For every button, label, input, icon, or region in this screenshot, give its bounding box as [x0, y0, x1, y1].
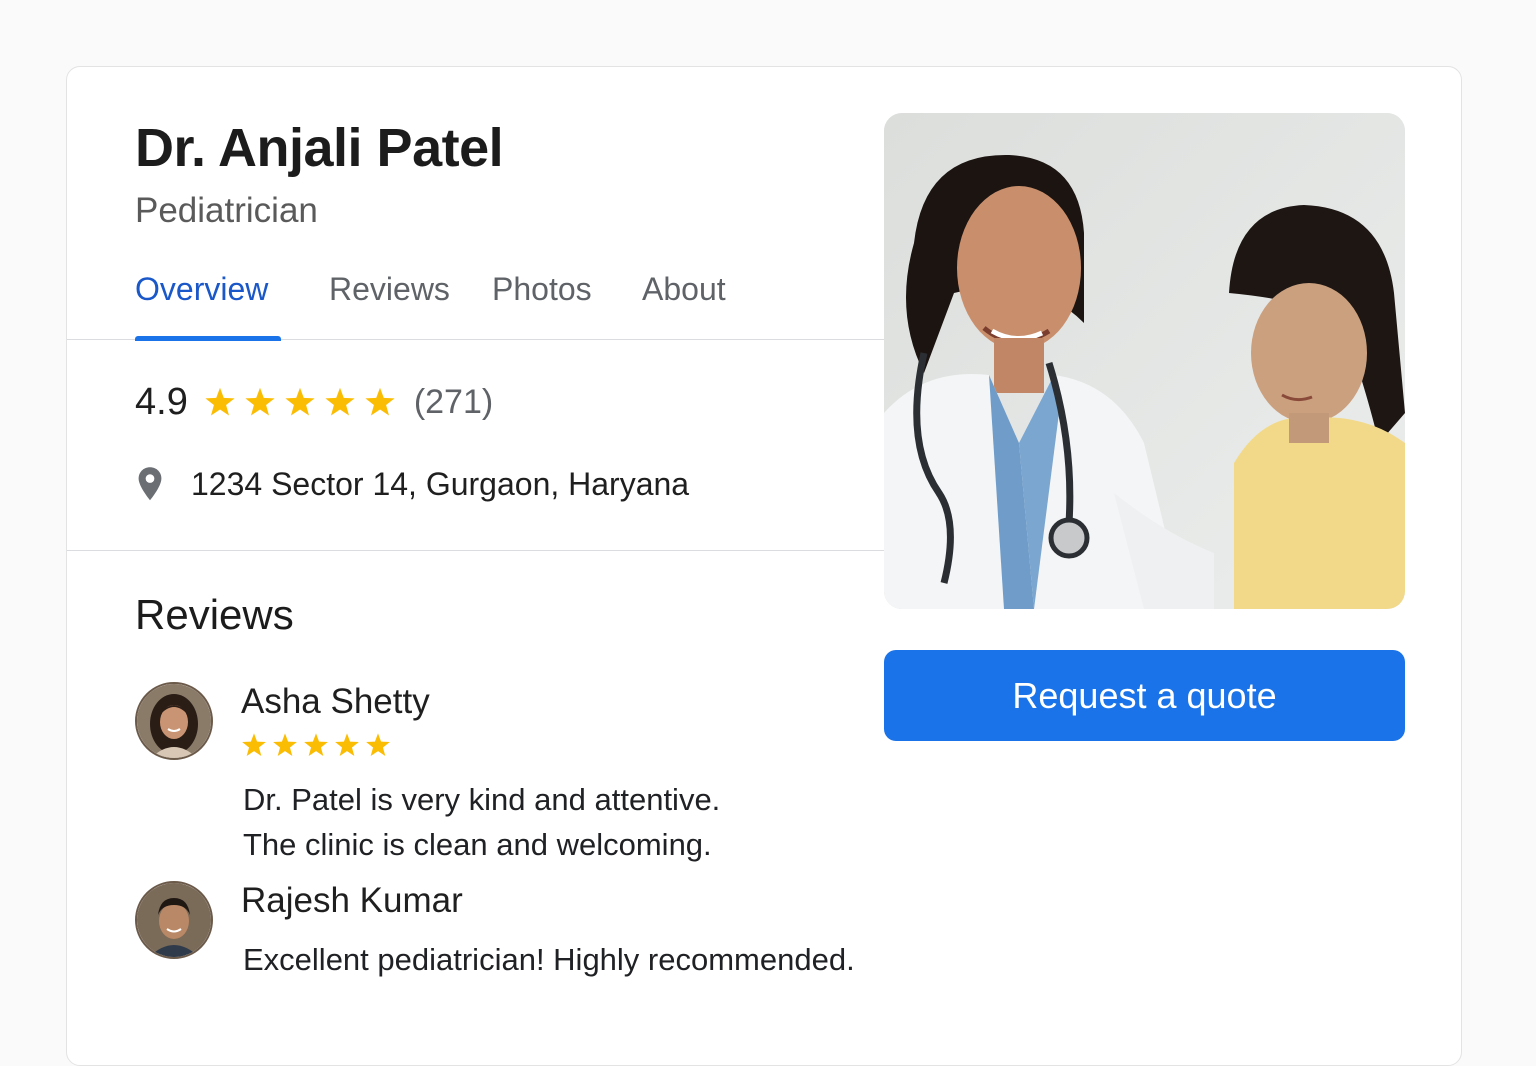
star-icon: [335, 733, 359, 756]
tab-photos[interactable]: Photos: [492, 271, 592, 308]
location-pin-icon: [138, 467, 162, 501]
doctor-photo: [884, 113, 1405, 609]
reviewer-name: Asha Shetty: [241, 682, 430, 721]
tab-about[interactable]: About: [642, 271, 726, 308]
review-text-line: Dr. Patel is very kind and attentive.: [243, 782, 721, 817]
doctor-with-child-photo-icon: [884, 113, 1405, 609]
star-icon: [273, 733, 297, 756]
doctor-profile-card: Dr. Anjali Patel Pediatrician Overview R…: [66, 66, 1462, 1066]
star-icon: [325, 387, 355, 416]
review-text-line: The clinic is clean and welcoming.: [243, 827, 712, 862]
doctor-name: Dr. Anjali Patel: [135, 118, 504, 178]
active-tab-indicator: [135, 336, 281, 341]
star-icon: [304, 733, 328, 756]
reviews-heading: Reviews: [135, 591, 294, 638]
star-icon: [242, 733, 266, 756]
rating-count[interactable]: (271): [414, 383, 493, 422]
review-stars: [241, 732, 391, 758]
avatar: [135, 682, 213, 760]
avatar: [135, 881, 213, 959]
profile-tabs: Overview Reviews Photos About: [67, 267, 885, 341]
review-text-line: Excellent pediatrician! Highly recommend…: [243, 942, 855, 977]
address-text[interactable]: 1234 Sector 14, Gurgaon, Haryana: [191, 466, 689, 503]
request-quote-button[interactable]: Request a quote: [884, 650, 1405, 741]
rating-stars: [204, 386, 396, 418]
profile-details-panel: Dr. Anjali Patel Pediatrician Overview R…: [67, 67, 885, 1065]
reviewer-avatar-male-icon: [137, 883, 211, 957]
doctor-specialty: Pediatrician: [135, 191, 318, 230]
tab-overview[interactable]: Overview: [135, 271, 268, 308]
star-icon: [365, 387, 395, 416]
rating-summary: 4.9 (271): [135, 379, 493, 425]
rating-value: 4.9: [135, 380, 188, 423]
reviewer-name: Rajesh Kumar: [241, 881, 463, 920]
star-icon: [366, 733, 390, 756]
star-icon: [205, 387, 235, 416]
tab-reviews[interactable]: Reviews: [329, 271, 450, 308]
address-row: 1234 Sector 14, Gurgaon, Haryana: [135, 461, 689, 507]
star-icon: [285, 387, 315, 416]
reviewer-avatar-female-icon: [137, 684, 211, 758]
star-icon: [245, 387, 275, 416]
section-divider: [67, 550, 885, 551]
